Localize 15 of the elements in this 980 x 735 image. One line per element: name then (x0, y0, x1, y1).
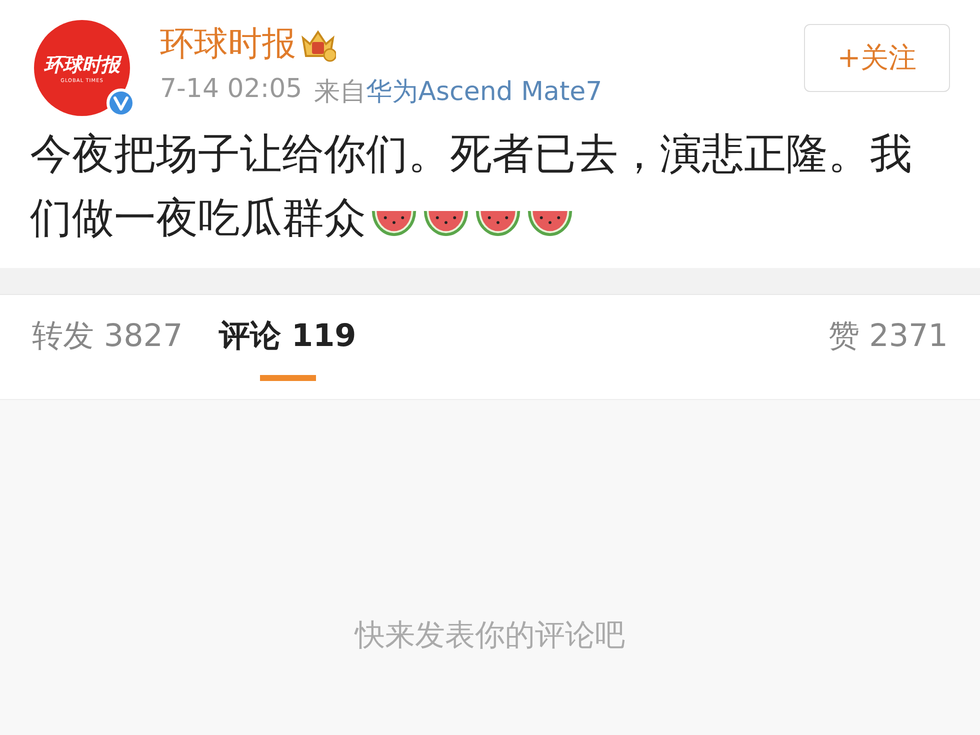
post-time: 7-14 02:05 (160, 74, 302, 106)
follow-button[interactable]: +关注 (804, 24, 950, 92)
tab[interactable]: 赞 2371 (828, 295, 948, 399)
post-text: 今夜把场子让给你们。死者已去，演悲正隆。我 (30, 128, 912, 180)
watermelon-icon (370, 208, 418, 238)
watermelon-icon (422, 208, 470, 238)
watermelon-icon (474, 208, 522, 238)
watermelon-icon (526, 208, 574, 238)
post-text: 们做一夜吃瓜群众 (30, 192, 366, 244)
logo-text: 环球时报 (44, 54, 120, 78)
tab[interactable]: 转发 3827 (32, 295, 183, 399)
empty-comments-message: 快来发表你的评论吧 (355, 617, 625, 655)
source-label: 来自 (314, 76, 366, 109)
source-link[interactable]: 华为Ascend Mate7 (366, 74, 602, 109)
author-name[interactable]: 环球时报 (160, 21, 296, 67)
